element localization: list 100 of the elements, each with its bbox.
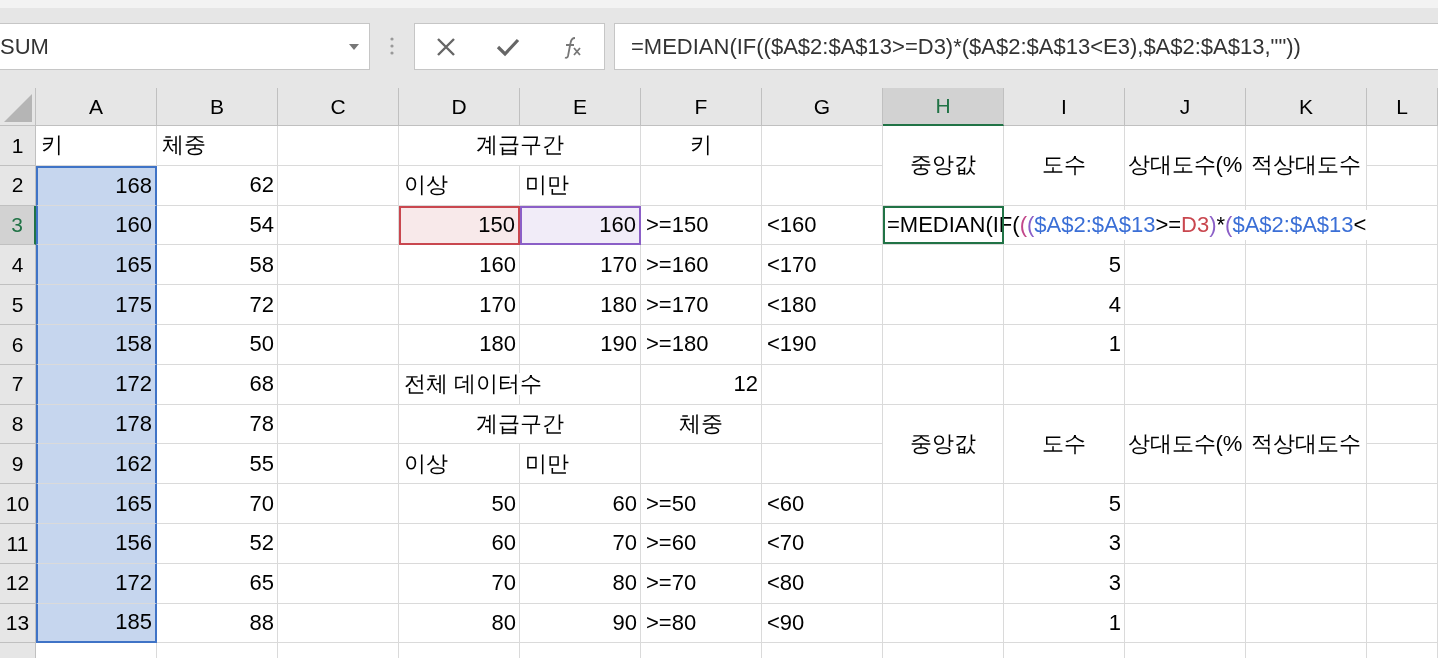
table-cell: 58 bbox=[157, 245, 278, 286]
row-header[interactable]: 13 bbox=[0, 603, 36, 644]
table-cell: 미만 bbox=[520, 165, 641, 206]
table-cell: <90 bbox=[762, 603, 883, 644]
table-cell: 5 bbox=[1004, 245, 1125, 286]
column-header[interactable]: J bbox=[1125, 88, 1246, 126]
table-cell: <180 bbox=[762, 285, 883, 325]
row-header[interactable]: 7 bbox=[0, 364, 36, 405]
empty-cell bbox=[1367, 444, 1438, 485]
row-header[interactable]: 2 bbox=[0, 165, 36, 206]
empty-cell bbox=[1367, 285, 1438, 325]
table-cell: 도수 bbox=[1004, 404, 1125, 485]
table-cell: 1 bbox=[1004, 325, 1125, 365]
table-cell: 62 bbox=[157, 165, 278, 206]
empty-cell bbox=[1367, 404, 1438, 445]
row-header[interactable]: 12 bbox=[0, 563, 36, 604]
formula-field[interactable]: =MEDIAN(IF(($A$2:$A$13>=D3)*($A$2:$A$13<E3),$A$2:$A$13,"")) bbox=[614, 23, 1438, 70]
column-header[interactable]: E bbox=[520, 88, 641, 126]
table-cell: 65 bbox=[157, 563, 278, 604]
empty-cell bbox=[1367, 205, 1438, 246]
table-cell: 90 bbox=[520, 603, 641, 644]
table-cell: 160 bbox=[36, 205, 157, 246]
check-icon[interactable] bbox=[496, 36, 521, 57]
table-cell: 적상대도수 bbox=[1246, 404, 1367, 485]
table-cell: 160 bbox=[520, 205, 641, 246]
table-cell: 158 bbox=[36, 325, 157, 365]
table-cell: 80 bbox=[520, 563, 641, 604]
empty-cell bbox=[1367, 165, 1438, 206]
table-cell: <80 bbox=[762, 563, 883, 604]
table-cell: 1 bbox=[1004, 603, 1125, 644]
table-cell: 60 bbox=[520, 484, 641, 524]
table-cell: 165 bbox=[36, 245, 157, 286]
table-cell: 상대도수(% bbox=[1125, 126, 1246, 206]
table-cell: 12 bbox=[641, 364, 762, 405]
column-header[interactable]: K bbox=[1246, 88, 1367, 126]
empty-cell bbox=[1367, 523, 1438, 564]
table-cell: >=70 bbox=[641, 563, 762, 604]
column-header[interactable]: B bbox=[157, 88, 278, 126]
table-cell: 3 bbox=[1004, 523, 1125, 564]
empty-cell bbox=[1367, 603, 1438, 644]
column-header[interactable]: C bbox=[278, 88, 399, 126]
cancel-icon[interactable] bbox=[434, 35, 457, 58]
table-cell: 180 bbox=[520, 285, 641, 325]
column-header[interactable]: H bbox=[883, 88, 1004, 126]
row-header[interactable]: 1 bbox=[0, 126, 36, 166]
table-cell: 4 bbox=[1004, 285, 1125, 325]
table-cell: 상대도수(% bbox=[1125, 404, 1246, 485]
table-cell: 178 bbox=[36, 404, 157, 445]
empty-cell bbox=[1367, 325, 1438, 365]
empty-cell bbox=[1367, 245, 1438, 286]
table-cell: <160 bbox=[762, 205, 883, 246]
row-header[interactable]: 3 bbox=[0, 205, 36, 246]
row-header[interactable]: 5 bbox=[0, 285, 36, 325]
table-cell: 60 bbox=[399, 523, 520, 564]
table-cell: 70 bbox=[157, 484, 278, 524]
table-cell: <170 bbox=[762, 245, 883, 286]
table-cell: 156 bbox=[36, 523, 157, 564]
column-header[interactable]: L bbox=[1367, 88, 1438, 126]
row-header[interactable]: 10 bbox=[0, 484, 36, 524]
row-header[interactable]: 11 bbox=[0, 523, 36, 564]
table-cell: 이상 bbox=[399, 165, 520, 206]
grip-icon[interactable] bbox=[390, 37, 394, 55]
table-cell: 68 bbox=[157, 364, 278, 405]
dropdown-caret-icon[interactable] bbox=[349, 43, 359, 50]
column-header[interactable]: I bbox=[1004, 88, 1125, 126]
table-cell: 이상 bbox=[399, 444, 520, 485]
table-cell: 5 bbox=[1004, 484, 1125, 524]
table-cell: 계급구간 bbox=[399, 404, 641, 445]
table-cell: 55 bbox=[157, 444, 278, 485]
table-cell: 170 bbox=[399, 285, 520, 325]
table-cell: >=60 bbox=[641, 523, 762, 564]
table-cell: 185 bbox=[36, 603, 157, 644]
table-cell: 54 bbox=[157, 205, 278, 246]
column-header[interactable]: D bbox=[399, 88, 520, 126]
table-cell: <190 bbox=[762, 325, 883, 365]
table-cell: 미만 bbox=[520, 444, 641, 485]
table-cell: 52 bbox=[157, 523, 278, 564]
empty-cell bbox=[1367, 484, 1438, 524]
table-cell: 80 bbox=[399, 603, 520, 644]
name-box[interactable]: SUM bbox=[0, 23, 370, 70]
table-cell: 중앙값 bbox=[883, 126, 1004, 206]
column-header[interactable]: G bbox=[762, 88, 883, 126]
column-header[interactable]: F bbox=[641, 88, 762, 126]
table-cell: 172 bbox=[36, 563, 157, 604]
table-cell: 165 bbox=[36, 484, 157, 524]
table-cell: 중앙값 bbox=[883, 404, 1004, 485]
table-cell: 72 bbox=[157, 285, 278, 325]
row-header[interactable]: 9 bbox=[0, 444, 36, 485]
table-cell: 적상대도수 bbox=[1246, 126, 1367, 206]
row-header[interactable]: 8 bbox=[0, 404, 36, 445]
row-header[interactable]: 6 bbox=[0, 325, 36, 365]
table-cell: <60 bbox=[762, 484, 883, 524]
table-cell: 키 bbox=[36, 126, 157, 166]
row-header[interactable]: 4 bbox=[0, 245, 36, 286]
table-cell: 계급구간 bbox=[399, 126, 641, 166]
table-cell: 172 bbox=[36, 364, 157, 405]
table-cell: >=150 bbox=[641, 205, 762, 246]
empty-cell bbox=[1367, 364, 1438, 405]
empty-cell bbox=[1367, 563, 1438, 604]
column-header[interactable]: A bbox=[36, 88, 157, 126]
